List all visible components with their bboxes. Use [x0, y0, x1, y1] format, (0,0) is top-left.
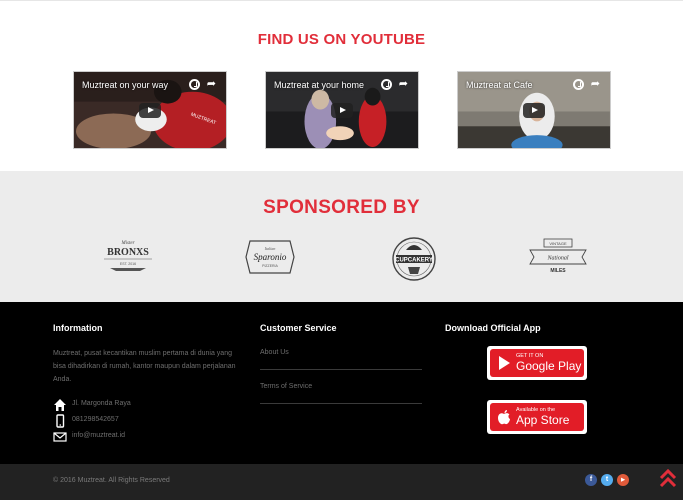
video-title: Muztreat at Cafe	[466, 80, 533, 90]
svg-text:CUPCAKERY: CUPCAKERY	[395, 258, 433, 264]
app-store-badge[interactable]: Available on the App Store	[487, 400, 587, 434]
sponsors-section: SPONSORED BY Mister BRONXS EST. 2016 Ita…	[0, 171, 683, 302]
app-store-big-text: App Store	[516, 413, 570, 427]
svg-text:Mister: Mister	[120, 241, 134, 246]
svg-text:National: National	[546, 256, 568, 262]
bottom-bar: © 2016 Muztreat. All Rights Reserved f t…	[0, 464, 683, 500]
youtube-heading: FIND US ON YOUTUBE	[257, 31, 426, 48]
video-title: Muztreat at your home	[274, 80, 365, 90]
back-to-top-icon[interactable]	[659, 468, 677, 490]
phone-icon	[56, 414, 65, 428]
play-button[interactable]	[331, 103, 353, 118]
sponsor-logo-national-miles[interactable]: VINTAGE National MILES	[528, 237, 588, 275]
twitter-icon[interactable]: t	[601, 474, 613, 486]
sponsor-logo-bronxs[interactable]: Mister BRONXS EST. 2016	[100, 235, 156, 273]
facebook-icon[interactable]: f	[585, 474, 597, 486]
svg-text:VINTAGE: VINTAGE	[549, 241, 567, 246]
watch-later-icon[interactable]	[381, 79, 392, 90]
about-us-link[interactable]: About Us	[260, 349, 422, 356]
svg-text:EST. 2016: EST. 2016	[120, 262, 136, 266]
address-text: Jl. Margonda Raya	[72, 400, 131, 407]
video-embed-2[interactable]: Muztreat at your home ➦	[265, 71, 419, 149]
video-embed-3[interactable]: Muztreat at Cafe ➦	[457, 71, 611, 149]
sponsor-logo-sparonio[interactable]: Italian Sparonio PIZZERIA	[244, 237, 296, 277]
share-icon[interactable]: ➦	[591, 77, 600, 90]
share-icon[interactable]: ➦	[207, 77, 216, 90]
information-description: Muztreat, pusat kecantikan muslim pertam…	[53, 350, 236, 383]
divider	[260, 403, 422, 404]
apple-icon	[498, 410, 510, 425]
svg-text:BRONXS: BRONXS	[107, 247, 149, 258]
watch-later-icon[interactable]	[573, 79, 584, 90]
footer: Information Muztreat, pusat kecantikan m…	[0, 302, 683, 464]
phone-text[interactable]: 081298542657	[72, 416, 119, 423]
play-button[interactable]	[139, 103, 161, 118]
svg-text:PIZZERIA: PIZZERIA	[262, 264, 278, 268]
svg-text:MILES: MILES	[550, 268, 566, 274]
sponsor-logo-cupcakery[interactable]: CUPCAKERY	[389, 236, 439, 282]
video-embed-1[interactable]: MUZTREAT Muztreat on your way ➦	[73, 71, 227, 149]
sponsors-heading: SPONSORED BY	[263, 197, 420, 218]
copyright-text: © 2016 Muztreat. All Rights Reserved	[53, 477, 170, 484]
youtube-section: FIND US ON YOUTUBE MUZTREAT Muztreat on …	[0, 0, 683, 171]
information-heading: Information	[53, 323, 103, 333]
app-store-badge-body: Available on the App Store	[490, 403, 584, 431]
download-app-heading: Download Official App	[445, 323, 541, 333]
terms-of-service-link[interactable]: Terms of Service	[260, 383, 422, 390]
video-title: Muztreat on your way	[82, 80, 169, 90]
email-text[interactable]: info@muztreat.id	[72, 432, 125, 439]
contact-address: Jl. Margonda Raya	[53, 398, 253, 412]
youtube-icon[interactable]: ▶	[617, 474, 629, 486]
home-icon	[54, 399, 66, 411]
svg-text:Italian: Italian	[264, 246, 276, 251]
contact-email: info@muztreat.id	[53, 430, 253, 444]
contact-phone: 081298542657	[53, 414, 253, 428]
google-play-badge[interactable]: GET IT ON Google Play	[487, 346, 587, 380]
google-play-badge-body: GET IT ON Google Play	[490, 349, 584, 377]
svg-text:Sparonio: Sparonio	[254, 252, 287, 262]
share-icon[interactable]: ➦	[399, 77, 408, 90]
watch-later-icon[interactable]	[189, 79, 200, 90]
google-play-icon	[499, 356, 510, 370]
envelope-icon	[53, 432, 67, 442]
google-play-big-text: Google Play	[516, 359, 582, 373]
divider	[260, 369, 422, 370]
customer-service-heading: Customer Service	[260, 323, 337, 333]
play-button[interactable]	[523, 103, 545, 118]
